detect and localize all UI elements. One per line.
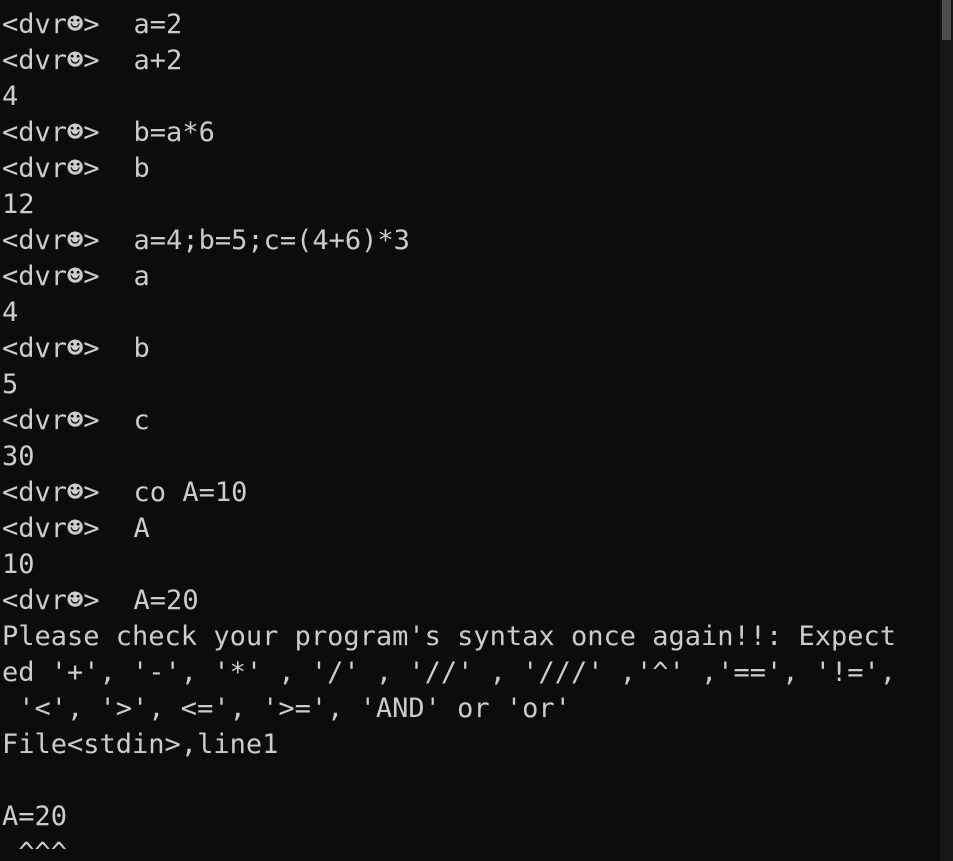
prompt-label: <dvr☻>	[2, 225, 100, 256]
prompt-label: <dvr☻>	[2, 333, 100, 364]
terminal-output[interactable]: <dvr☻> a=2 <dvr☻> a+2 4 <dvr☻> b=a*6 <dvr☻> b 12 <…	[0, 0, 940, 861]
prompt-label: <dvr☻>	[2, 513, 100, 544]
output-line: 4	[0, 295, 940, 331]
output-line: File<stdin>,line1	[0, 727, 940, 763]
command-text: A=20	[133, 585, 199, 616]
output-text: 10	[2, 549, 35, 580]
output-line: 5	[0, 367, 940, 403]
command-text: co A=10	[133, 477, 248, 508]
vertical-scrollbar[interactable]	[940, 0, 953, 861]
command-line: <dvr☻> b	[0, 331, 940, 367]
command-text: a=4;b=5;c=(4+6)*3	[133, 225, 410, 256]
prompt-label: <dvr☻>	[2, 585, 100, 616]
output-text: 12	[2, 189, 35, 220]
output-text: '<', '>', <=', '>=', 'AND' or 'or'	[2, 693, 571, 724]
command-text: A	[133, 513, 150, 544]
output-text: Please check your program's syntax once …	[2, 621, 897, 652]
command-line: <dvr☻> A=20	[0, 583, 940, 619]
command-line: <dvr☻> a=2	[0, 7, 940, 43]
command-text: a	[133, 261, 150, 292]
command-line: <dvr☻> a=4;b=5;c=(4+6)*3	[0, 223, 940, 259]
output-line: Please check your program's syntax once …	[0, 619, 940, 655]
output-line: A=20	[0, 799, 940, 835]
prompt-label: <dvr☻>	[2, 117, 100, 148]
prompt-label: <dvr☻>	[2, 153, 100, 184]
command-line: <dvr☻> A	[0, 511, 940, 547]
output-text: ed '+', '-', '*' , '/' , '//' , '///' ,'…	[2, 657, 897, 688]
output-line: 10	[0, 547, 940, 583]
output-line: 4	[0, 79, 940, 115]
prompt-label: <dvr☻>	[2, 477, 100, 508]
command-text: a+2	[133, 45, 183, 76]
output-text: 5	[2, 369, 19, 400]
scrollbar-thumb[interactable]	[942, 0, 951, 40]
output-line: ed '+', '-', '*' , '/' , '//' , '///' ,'…	[0, 655, 940, 691]
output-text: A=20	[2, 801, 68, 832]
output-line: 30	[0, 439, 940, 475]
prompt-label: <dvr☻>	[2, 261, 100, 292]
output-text: 4	[2, 297, 19, 328]
output-text: ^^^	[2, 837, 68, 861]
command-line: <dvr☻> b=a*6	[0, 115, 940, 151]
prompt-label: <dvr☻>	[2, 9, 100, 40]
output-text: 30	[2, 441, 35, 472]
command-line: <dvr☻> a	[0, 259, 940, 295]
command-line: <dvr☻> co A=10	[0, 475, 940, 511]
output-line: 12	[0, 187, 940, 223]
command-line: <dvr☻> c	[0, 403, 940, 439]
command-text: a=2	[133, 9, 183, 40]
command-text: b=a*6	[133, 117, 215, 148]
output-text: 4	[2, 81, 19, 112]
output-line: '<', '>', <=', '>=', 'AND' or 'or'	[0, 691, 940, 727]
command-text: b	[133, 153, 150, 184]
command-line: <dvr☻> b	[0, 151, 940, 187]
output-text: File<stdin>,line1	[2, 729, 279, 760]
output-line: ^^^	[0, 835, 940, 861]
prompt-label: <dvr☻>	[2, 45, 100, 76]
prompt-label: <dvr☻>	[2, 405, 100, 436]
command-line: <dvr☻> a+2	[0, 43, 940, 79]
command-text: c	[133, 405, 150, 436]
command-text: b	[133, 333, 150, 364]
